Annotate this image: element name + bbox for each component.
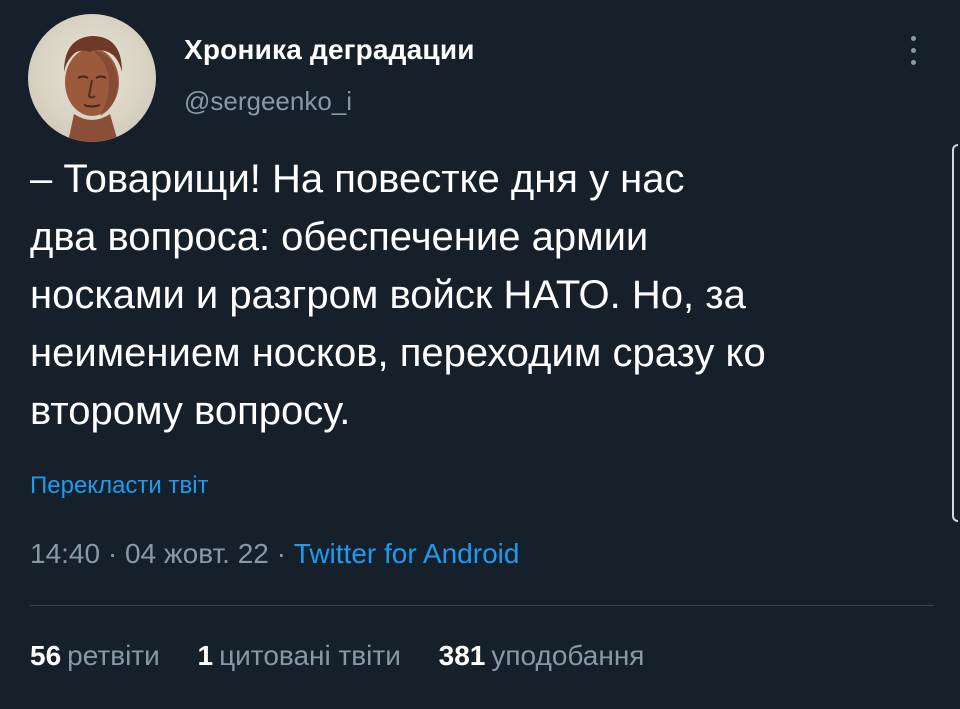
divider [30, 605, 934, 606]
tweet-text: – Товарищи! На повестке дня у нас два во… [30, 157, 766, 433]
likes-label: уподобання [491, 640, 645, 671]
tweet-time[interactable]: 14:40 [30, 538, 100, 569]
tweet-stats: 56 ретвіти 1 цитовані твіти 381 уподобання [30, 640, 674, 672]
retweets-stat[interactable]: 56 ретвіти [30, 640, 160, 672]
tweet-date[interactable]: 04 жовт. 22 [125, 538, 269, 569]
quote-tweets-stat[interactable]: 1 цитовані твіти [198, 640, 401, 672]
retweets-count: 56 [30, 640, 62, 671]
quotes-count: 1 [197, 640, 214, 671]
likes-stat[interactable]: 381 уподобання [439, 640, 645, 672]
more-vertical-icon[interactable] [902, 32, 926, 68]
retweets-label: ретвіти [67, 640, 160, 671]
likes-count: 381 [438, 640, 486, 671]
avatar[interactable] [28, 14, 156, 142]
meta-separator: · [107, 538, 118, 569]
user-handle[interactable]: @sergeenko_i [184, 86, 352, 117]
quotes-label: цитовані твіти [219, 640, 401, 671]
scrollbar[interactable] [952, 144, 958, 522]
display-name[interactable]: Хроника деградации [184, 34, 475, 66]
bust-portrait-icon [64, 36, 122, 142]
tweet-source-link[interactable]: Twitter for Android [294, 538, 520, 569]
meta-separator: · [276, 538, 286, 569]
translate-tweet-link[interactable]: Перекласти твіт [30, 472, 209, 500]
tweet-meta: 14:40 · 04 жовт. 22 · Twitter for Androi… [30, 538, 519, 570]
tweet-card: Хроника деградации @sergeenko_i – Товари… [0, 0, 960, 709]
